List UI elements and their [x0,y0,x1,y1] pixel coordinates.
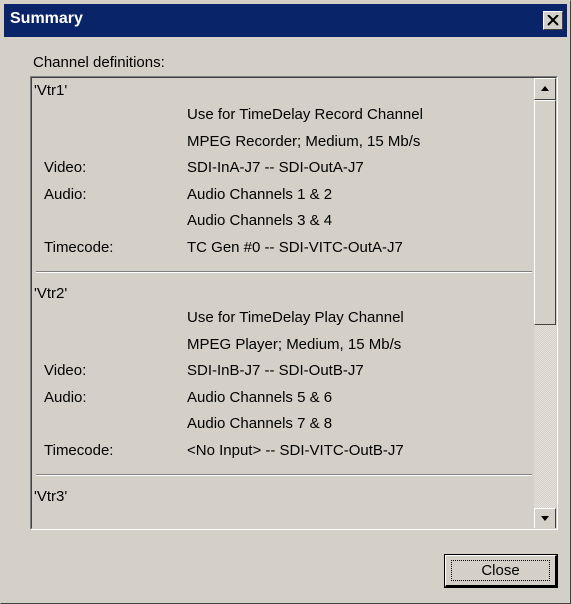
detail-value: Audio Channels 5 & 6 [187,388,333,406]
channel-definitions-list[interactable]: 'Vtr1' Use for TimeDelay Record Channel MP… [30,76,558,530]
channel-detail-row: Video: SDI-InA-J7 -- SDI-OutA-J7 [32,159,532,183]
channel-detail-row: Use for TimeDelay Record Channel [32,106,532,130]
detail-value: Audio Channels 7 & 8 [187,415,333,432]
arrow-down-icon [541,516,549,521]
detail-label: Timecode: [44,441,114,459]
title-bar[interactable]: Summary [4,4,567,37]
detail-value: SDI-InB-J7 -- SDI-OutB-J7 [187,362,364,379]
summary-dialog: Summary Channel definitions: 'Vtr1' Use f… [0,0,571,604]
channel-detail-row: Audio Channels 7 & 8 [32,415,532,439]
detail-label: Audio: [44,185,87,203]
group-separator [36,474,532,476]
detail-value: <No Input> -- SDI-VITC-OutB-J7 [187,441,404,459]
detail-label: Video: [44,362,87,379]
detail-value: MPEG Player; Medium, 15 Mb/s [187,335,402,353]
detail-label: Timecode: [44,238,114,256]
channel-detail-row: Audio Channels 3 & 4 [32,212,532,236]
channel-name: 'Vtr2' [34,285,68,302]
vertical-scrollbar[interactable] [534,78,556,528]
close-icon[interactable] [543,11,563,30]
scrollbar-thumb[interactable] [534,100,556,325]
detail-label: Audio: [44,388,87,406]
channel-name: 'Vtr1' [34,82,68,99]
detail-label: Video: [44,159,87,176]
close-button-label: Close [451,560,550,581]
channel-detail-row: Timecode: <No Input> -- SDI-VITC-OutB-J7 [32,442,532,466]
channel-detail-row: Audio: Audio Channels 5 & 6 [32,389,532,413]
detail-value: Audio Channels 1 & 2 [187,185,333,203]
group-separator [36,271,532,273]
channel-detail-row: MPEG Player; Medium, 15 Mb/s [32,336,532,360]
detail-value: SDI-InA-J7 -- SDI-OutA-J7 [187,159,364,176]
detail-value: TC Gen #0 -- SDI-VITC-OutA-J7 [187,238,403,256]
channel-detail-row: Audio: Audio Channels 1 & 2 [32,186,532,210]
scroll-down-button[interactable] [534,508,556,528]
channel-definitions-label: Channel definitions: [33,54,165,71]
close-button[interactable]: Close [444,554,558,588]
arrow-up-icon [541,86,549,91]
channel-detail-row: Timecode: TC Gen #0 -- SDI-VITC-OutA-J7 [32,239,532,263]
channel-detail-row: MPEG Recorder; Medium, 15 Mb/s [32,133,532,157]
list-content: 'Vtr1' Use for TimeDelay Record Channel MP… [32,78,534,528]
detail-value: Use for TimeDelay Record Channel [187,106,423,123]
channel-detail-row: Video: SDI-InB-J7 -- SDI-OutB-J7 [32,362,532,386]
detail-value: MPEG Recorder; Medium, 15 Mb/s [187,132,421,150]
detail-value: Use for TimeDelay Play Channel [187,309,404,326]
scroll-up-button[interactable] [534,78,556,100]
channel-detail-row: Use for TimeDelay Play Channel [32,309,532,333]
detail-value: Audio Channels 3 & 4 [187,212,333,229]
dialog-title: Summary [10,10,83,27]
channel-name: 'Vtr3' [34,488,68,505]
